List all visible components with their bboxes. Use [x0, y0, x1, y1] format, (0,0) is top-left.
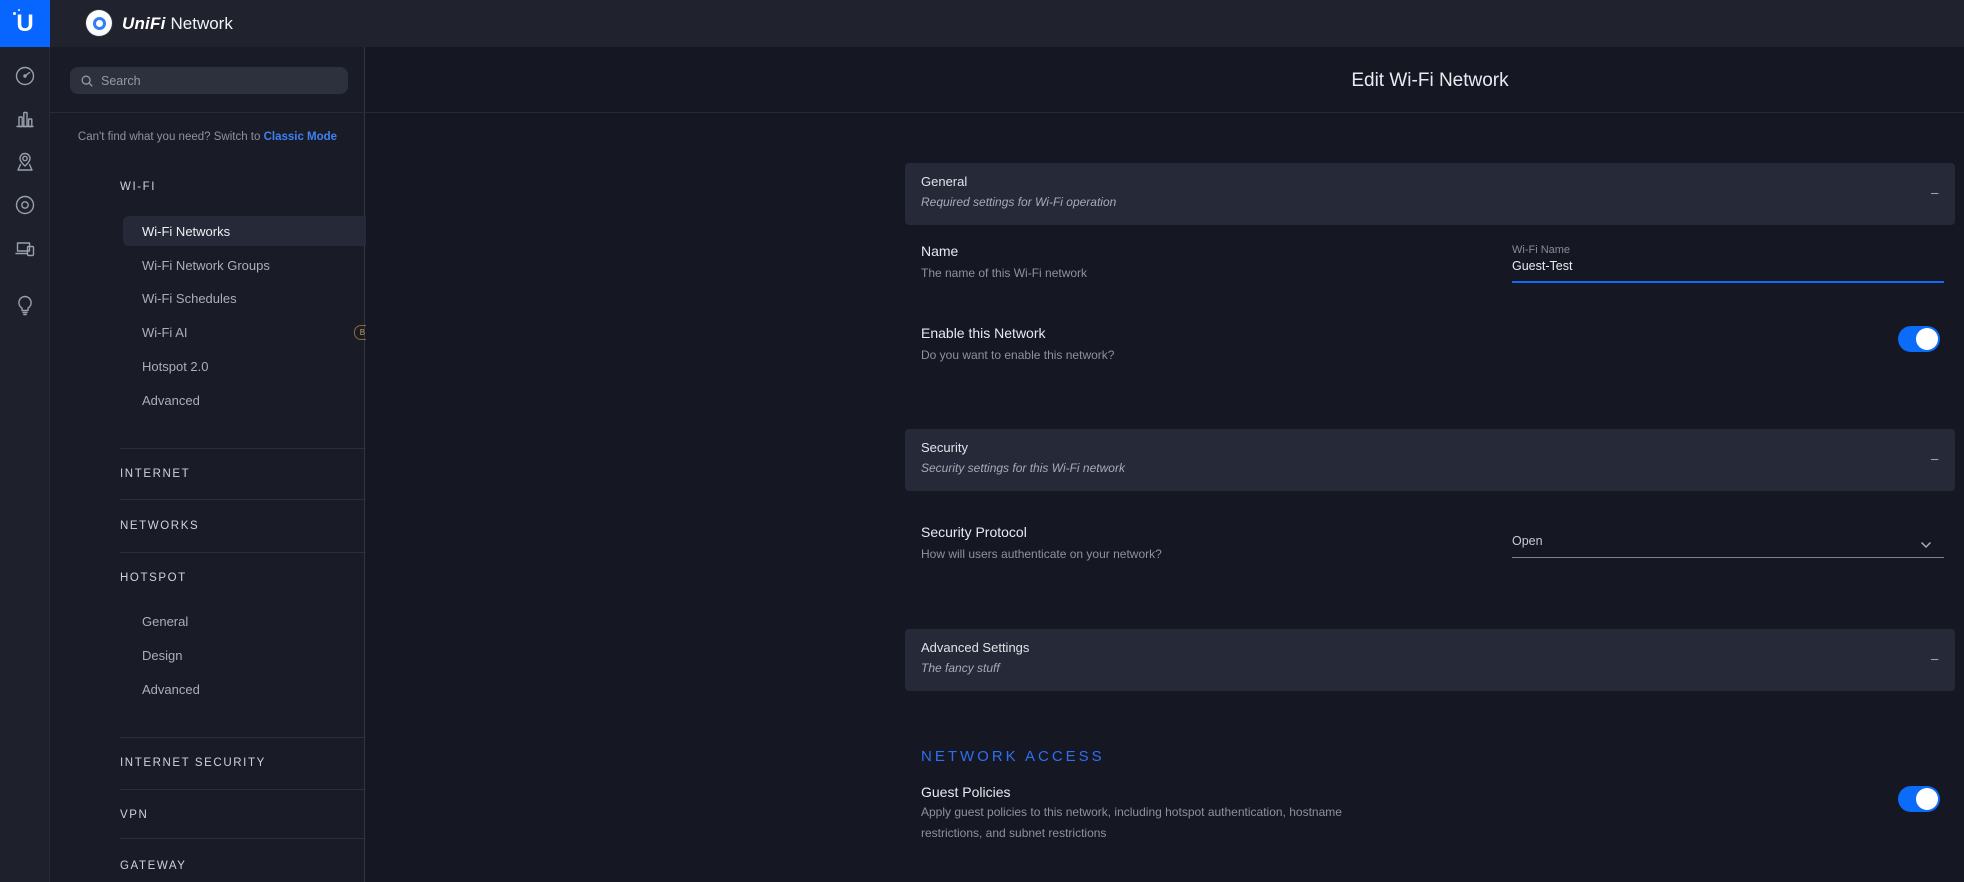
section-subtitle: Security settings for this Wi-Fi network — [921, 461, 1939, 475]
sidebar-item-wifi-networks[interactable]: Wi-Fi Networks — [123, 216, 398, 246]
sidebar-item-wifi-ai[interactable]: Wi-Fi AI BETA — [123, 317, 398, 347]
divider — [120, 499, 398, 500]
name-desc: The name of this Wi-Fi network — [921, 263, 1087, 284]
sidebar-section-internet[interactable]: INTERNET + — [120, 465, 398, 483]
enable-network-toggle[interactable] — [1898, 326, 1940, 352]
network-access-heading: NETWORK ACCESS — [921, 748, 1105, 765]
app-title: UniFiNetwork — [122, 0, 233, 47]
section-title: Advanced Settings — [921, 640, 1939, 655]
collapse-icon[interactable]: − — [1930, 652, 1939, 669]
chevron-down-icon[interactable] — [1920, 536, 1932, 554]
sidebar-item-hotspot-2-0[interactable]: Hotspot 2.0 — [123, 351, 398, 381]
sidebar-section-hotspot[interactable]: HOTSPOT − — [120, 569, 398, 587]
header-divider — [50, 112, 1964, 113]
classic-mode-hint: Can't find what you need? Switch to Clas… — [50, 131, 365, 143]
advanced-settings-section-header[interactable]: Advanced Settings The fancy stuff − — [905, 629, 1955, 691]
section-subtitle: The fancy stuff — [921, 661, 1939, 675]
dashboard-icon[interactable] — [13, 64, 37, 88]
search-input[interactable] — [70, 67, 348, 94]
sidebar-item-wifi-network-groups[interactable]: Wi-Fi Network Groups — [123, 250, 398, 280]
sidebar-section-wifi[interactable]: WI-FI − — [120, 178, 398, 196]
input-focus-underline — [1512, 281, 1944, 283]
divider — [120, 789, 398, 790]
settings-sidebar: Can't find what you need? Switch to Clas… — [50, 47, 365, 882]
access-point-icon — [86, 10, 112, 36]
enable-network-label: Enable this Network — [921, 325, 1046, 341]
section-title: General — [921, 174, 1939, 189]
search-icon — [80, 74, 94, 88]
collapse-icon[interactable]: − — [1930, 452, 1939, 469]
clients-icon[interactable] — [13, 236, 37, 260]
ubiquiti-logo[interactable]: U — [0, 0, 50, 47]
statistics-icon[interactable] — [13, 107, 37, 131]
name-label: Name — [921, 243, 958, 259]
wifi-name-field-label: Wi-Fi Name — [1512, 244, 1570, 256]
divider — [120, 737, 398, 738]
divider — [120, 448, 398, 449]
wifi-name-input[interactable] — [1512, 259, 1944, 273]
sidebar-item-wifi-advanced[interactable]: Advanced — [123, 385, 398, 415]
divider — [120, 838, 398, 839]
security-protocol-desc: How will users authenticate on your netw… — [921, 544, 1162, 565]
collapse-icon[interactable]: − — [1930, 186, 1939, 203]
topology-icon[interactable] — [13, 150, 37, 174]
app-icon-rail — [0, 47, 50, 882]
guest-policies-label: Guest Policies — [921, 784, 1010, 800]
sidebar-item-hotspot-design[interactable]: Design — [123, 640, 398, 670]
sidebar-item-hotspot-general[interactable]: General — [123, 606, 398, 636]
sidebar-section-networks[interactable]: NETWORKS + — [120, 517, 398, 535]
unifi-devices-icon[interactable] — [13, 193, 37, 217]
security-protocol-dropdown[interactable]: Open — [1512, 534, 1543, 548]
general-section-header[interactable]: General Required settings for Wi-Fi oper… — [905, 163, 1955, 225]
search-field[interactable] — [101, 74, 321, 88]
sidebar-section-gateway[interactable]: GATEWAY + — [120, 857, 398, 875]
sidebar-section-vpn[interactable]: VPN + — [120, 806, 398, 824]
classic-mode-link[interactable]: Classic Mode — [264, 131, 338, 143]
dropdown-underline — [1512, 557, 1944, 558]
section-title: Security — [921, 440, 1939, 455]
security-protocol-label: Security Protocol — [921, 524, 1027, 540]
insights-icon[interactable] — [13, 293, 37, 317]
security-section-header[interactable]: Security Security settings for this Wi-F… — [905, 429, 1955, 491]
sidebar-item-hotspot-advanced[interactable]: Advanced — [123, 674, 398, 704]
divider — [120, 552, 398, 553]
sidebar-item-wifi-schedules[interactable]: Wi-Fi Schedules — [123, 283, 398, 313]
top-bar: U UniFiNetwork — [0, 0, 1964, 47]
page-title: Edit Wi-Fi Network — [905, 70, 1955, 92]
section-subtitle: Required settings for Wi-Fi operation — [921, 195, 1939, 209]
enable-network-desc: Do you want to enable this network? — [921, 345, 1114, 366]
guest-policies-desc: Apply guest policies to this network, in… — [921, 802, 1342, 844]
sidebar-section-internet-security[interactable]: INTERNET SECURITY + — [120, 754, 398, 772]
guest-policies-toggle[interactable] — [1898, 786, 1940, 812]
